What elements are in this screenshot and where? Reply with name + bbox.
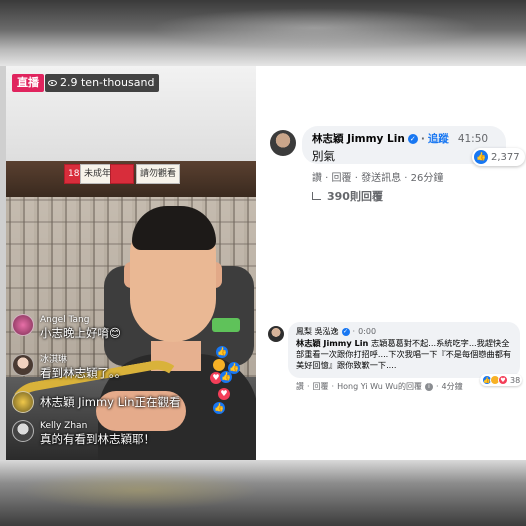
like-count-badge[interactable]: 👍 2,377 [472,148,525,166]
replies-count: 390則回覆 [327,190,383,203]
commenter-name[interactable]: Angel Tang [40,314,121,326]
reply-meta[interactable]: Hong Yi Wu Wu的回覆 [337,381,422,392]
eye-icon [48,80,57,86]
comment-header: 鳳梨 吳泓逸 ✓ · 0:00 [296,326,512,337]
separator: · [307,382,310,391]
watching-text: 林志穎 Jimmy Lin正在觀看 [40,395,181,409]
reply-action[interactable]: 回覆 [313,381,329,392]
avatar [12,391,34,413]
watching-notice: 林志穎 Jimmy Lin正在觀看 [12,391,181,413]
avatar[interactable] [12,420,34,442]
reaction-count: 38 [510,375,521,385]
like-reaction-icon: 👍 [216,346,228,358]
follow-button[interactable]: 追蹤 [428,131,449,146]
avatar[interactable] [268,326,284,342]
video-timestamp[interactable]: 0:00 [358,327,376,336]
reply-arrow-icon [312,192,321,200]
comment-age: 4分鐘 [441,382,463,391]
like-reaction-icon: 👍 [228,362,240,374]
like-reaction-icon: 👍 [213,402,225,414]
mentioned-user[interactable]: 林志穎 Jimmy Lin [296,338,368,348]
info-icon[interactable]: i [425,382,433,391]
love-reaction-icon: ♥ [218,388,230,400]
separator: · [352,327,356,336]
separator: · [420,132,425,145]
blurred-top-frame [0,0,526,66]
like-count: 2,377 [491,151,520,163]
sign-middle [110,164,134,184]
separator: · [331,382,335,391]
verified-badge-icon: ✓ [407,133,418,144]
commenter-name[interactable]: 林志穎 Jimmy Lin [312,131,405,146]
comment-text: 別氣 [312,149,335,163]
avatar[interactable] [12,354,34,376]
viewer-count: 2.9 ten-thousand [60,76,155,89]
verified-badge-icon: ✓ [341,327,350,336]
comment-text: 看到林志穎了。。 [40,366,127,380]
view-replies-link[interactable]: 390則回覆 [312,188,383,204]
live-comment[interactable]: Angel Tang 小志晚上好唷😊 [12,314,121,341]
reaction-summary[interactable]: 👍 ♥ 38 [480,374,523,386]
love-icon: ♥ [498,375,508,385]
live-comment[interactable]: Kelly Zhan 真的有看到林志穎耶！ [12,420,155,447]
comment-text: 小志晚上好唷😊 [40,326,121,340]
comment-actions: 讚 · 回覆 · Hong Yi Wu Wu的回覆 i · 4分鐘 [296,381,463,392]
like-icon: 👍 [474,150,488,164]
warn-sign: 請勿觀看 [136,164,181,184]
comment-bubble: 鳳梨 吳泓逸 ✓ · 0:00 林志穎 Jimmy Lin 志穎葛葛對不起...… [288,322,520,378]
like-action[interactable]: 讚 [296,381,304,392]
live-comment[interactable]: 冰淇琳 看到林志穎了。。 [12,354,126,381]
comment-header: 林志穎 Jimmy Lin ✓ · 追蹤 41:50 [312,131,496,146]
commenter-name[interactable]: 冰淇琳 [40,354,126,366]
comment-actions[interactable]: 讚 · 回覆 · 發送訊息 · 26分鐘 [312,169,443,184]
live-badge: 直播 [12,74,44,92]
comment-text: 真的有看到林志穎耶！ [40,432,155,446]
avatar[interactable] [12,314,34,336]
avatar[interactable] [270,130,296,156]
viewer-count-badge: 2.9 ten-thousand [45,74,160,92]
video-timestamp[interactable]: 41:50 [458,133,488,145]
blurred-bottom-frame [0,460,526,526]
separator: · [436,382,439,391]
commenter-name[interactable]: Kelly Zhan [40,420,155,432]
haha-reaction-icon [213,359,225,371]
comment-text: 林志穎 Jimmy Lin 志穎葛葛對不起...系統吃字...我趕快全部重看一次… [296,338,512,371]
commenter-name[interactable]: 鳳梨 吳泓逸 [296,326,339,337]
